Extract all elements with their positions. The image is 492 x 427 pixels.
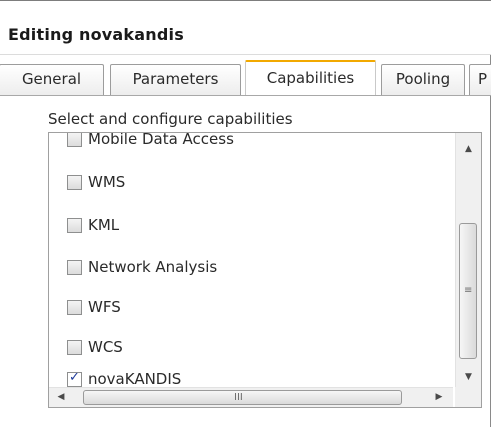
horizontal-scroll-thumb[interactable]: III	[83, 390, 402, 405]
checkbox[interactable]	[67, 339, 82, 355]
capability-wms[interactable]: WMS	[67, 171, 125, 193]
capabilities-instruction: Select and configure capabilities	[48, 110, 293, 128]
tab-strip: General Parameters Capabilities Pooling …	[0, 60, 491, 96]
tab-pooling[interactable]: Pooling	[381, 64, 465, 95]
capability-kml[interactable]: KML	[67, 214, 119, 236]
tab-overflow[interactable]: P	[469, 64, 491, 95]
capability-label: WCS	[88, 338, 123, 356]
capability-label: novaKANDIS	[88, 370, 182, 387]
capability-label: KML	[88, 216, 120, 234]
tab-parameters[interactable]: Parameters	[110, 64, 241, 95]
vertical-scroll-thumb[interactable]: ≡	[459, 223, 477, 359]
scroll-right-icon[interactable]: ▶	[429, 388, 449, 407]
capability-label: WFS	[88, 298, 121, 316]
capability-wfs[interactable]: WFS	[67, 296, 121, 318]
scroll-up-icon[interactable]: ▲	[456, 139, 481, 159]
capability-wcs[interactable]: WCS	[67, 336, 123, 358]
capabilities-list-viewport: Mobile Data Access WMS KML Network Analy…	[49, 133, 453, 387]
vertical-scrollbar[interactable]: ▲ ≡ ▼	[455, 133, 481, 387]
capability-network-analysis[interactable]: Network Analysis	[67, 256, 217, 278]
scrollbar-corner	[455, 387, 481, 407]
checkbox[interactable]	[67, 174, 82, 190]
horizontal-scrollbar[interactable]: ◀ III ▶	[49, 387, 453, 407]
capability-label: Mobile Data Access	[88, 133, 234, 148]
title-bar: Editing novakandis	[0, 0, 491, 55]
tab-capabilities[interactable]: Capabilities	[245, 60, 376, 96]
checkbox[interactable]	[67, 259, 82, 275]
tab-general[interactable]: General	[0, 64, 104, 95]
capabilities-list[interactable]: Mobile Data Access WMS KML Network Analy…	[48, 132, 482, 408]
checkbox-checked[interactable]: ✓	[67, 369, 82, 387]
checkbox[interactable]	[67, 133, 82, 147]
window-title: Editing novakandis	[8, 25, 184, 44]
grip-icon: III	[234, 392, 243, 403]
checkbox[interactable]	[67, 217, 82, 233]
checkbox[interactable]	[67, 299, 82, 315]
scroll-down-icon[interactable]: ▼	[456, 367, 481, 387]
scroll-left-icon[interactable]: ◀	[51, 388, 71, 407]
capability-mobile-data-access[interactable]: Mobile Data Access	[67, 133, 234, 150]
checkmark-icon: ✓	[69, 369, 80, 385]
capability-label: WMS	[88, 173, 126, 191]
tab-divider	[0, 95, 491, 96]
capability-label: Network Analysis	[88, 258, 218, 276]
grip-icon: ≡	[464, 285, 473, 296]
editor-window: Editing novakandis General Parameters Ca…	[0, 0, 491, 427]
capability-novakandis[interactable]: ✓ novaKANDIS	[67, 368, 181, 387]
